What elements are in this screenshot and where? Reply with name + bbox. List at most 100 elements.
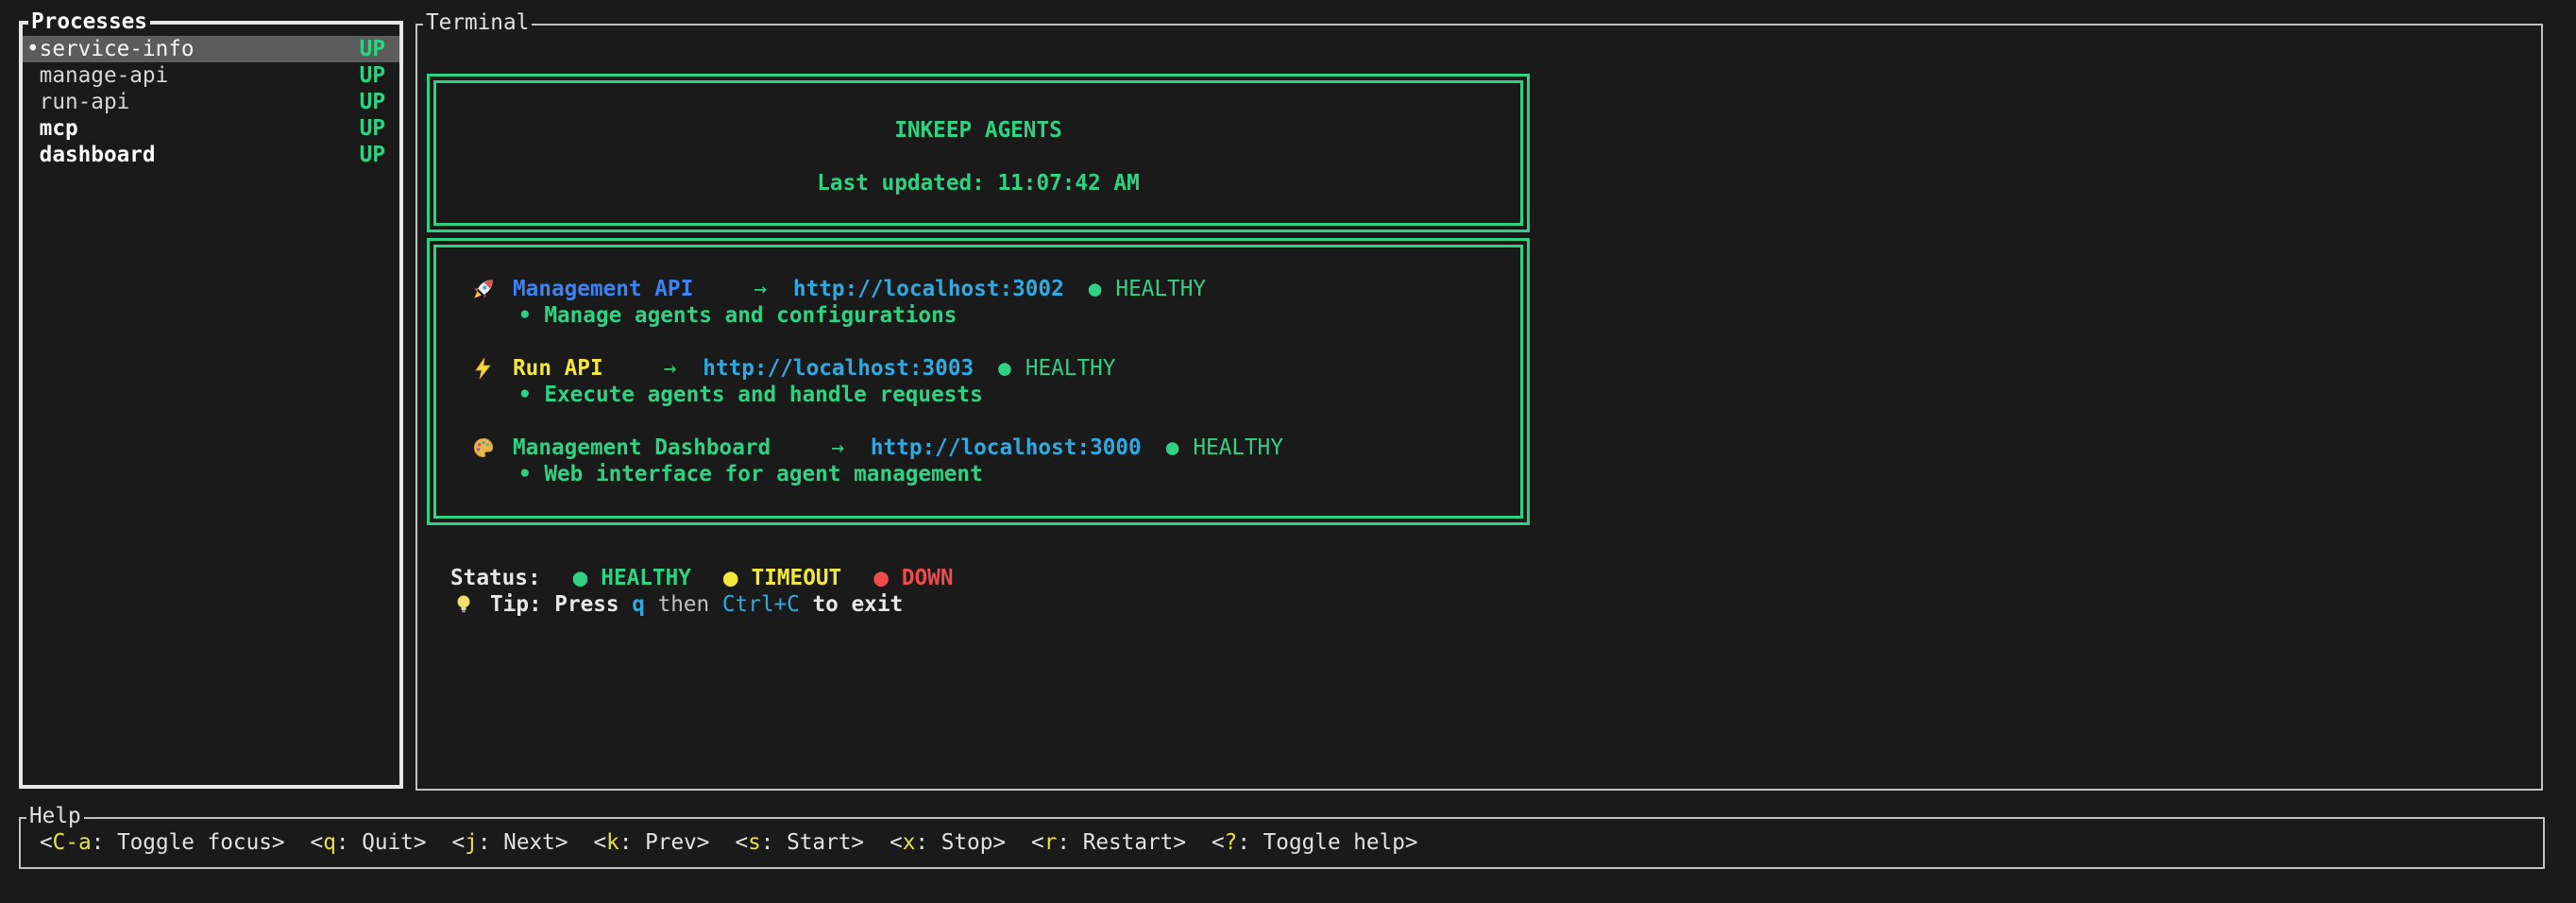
arrow-icon: → bbox=[664, 355, 677, 382]
help-item-s: <s: Start> bbox=[735, 829, 864, 856]
bracket-open: < bbox=[1212, 830, 1225, 855]
help-key: ? bbox=[1225, 830, 1238, 855]
processes-panel[interactable]: Processes •service-infoUP manage-apiUP r… bbox=[19, 21, 403, 789]
legend-dot-icon: ● bbox=[573, 565, 588, 591]
service-name: Run API bbox=[513, 355, 603, 382]
legend-dot-icon: ● bbox=[723, 565, 738, 591]
legend-name: DOWN bbox=[902, 565, 954, 591]
help-label: : Start> bbox=[761, 830, 864, 855]
process-name: run-api bbox=[26, 89, 129, 115]
process-status-badge: UP bbox=[360, 142, 385, 168]
service-description: • Manage agents and configurations bbox=[518, 302, 1520, 329]
help-item-q: <q: Quit> bbox=[311, 829, 427, 856]
zap-icon bbox=[470, 355, 497, 382]
help-label: : Restart> bbox=[1057, 830, 1186, 855]
health-dot-icon: ● bbox=[1089, 276, 1102, 302]
process-row-service-info[interactable]: •service-info UP bbox=[23, 36, 399, 62]
help-key: x bbox=[903, 830, 916, 855]
tip-segment: q bbox=[632, 591, 645, 618]
bracket-open: < bbox=[452, 830, 466, 855]
service-url[interactable]: http://localhost:3000 bbox=[871, 434, 1142, 461]
process-row-dashboard[interactable]: dashboard UP bbox=[23, 142, 399, 168]
bracket-open: < bbox=[593, 830, 606, 855]
help-key: s bbox=[748, 830, 761, 855]
process-status-badge: UP bbox=[360, 89, 385, 115]
process-list: •service-info UP manage-apiUP run-api UP m… bbox=[23, 36, 399, 168]
help-panel: Help <C-a: Toggle focus><q: Quit><j: Nex… bbox=[19, 817, 2545, 869]
arrow-icon: → bbox=[754, 276, 767, 302]
processes-panel-title: Processes bbox=[28, 9, 150, 35]
service-description: • Execute agents and handle requests bbox=[518, 382, 1520, 408]
tip-segment: to exit bbox=[800, 591, 903, 618]
service-name: Management API bbox=[513, 276, 693, 302]
bracket-open: < bbox=[311, 830, 324, 855]
bracket-open: < bbox=[735, 830, 748, 855]
app-root: Processes •service-info UP manage-apiUP r… bbox=[0, 0, 2576, 903]
help-key: k bbox=[606, 830, 619, 855]
process-name: mcp bbox=[26, 115, 78, 142]
process-row-run-api[interactable]: run-api UP bbox=[23, 89, 399, 115]
help-item-C-a: <C-a: Toggle focus> bbox=[40, 829, 285, 856]
legend-dot-icon: ● bbox=[873, 565, 889, 591]
bracket-open: < bbox=[890, 830, 903, 855]
spacer bbox=[436, 144, 1520, 170]
arrow-icon: → bbox=[831, 434, 844, 461]
service-line: Management Dashboard → http://localhost:30… bbox=[470, 434, 1520, 461]
status-label: Status: bbox=[450, 565, 541, 591]
process-name: dashboard bbox=[26, 142, 156, 168]
help-label: : Next> bbox=[478, 830, 568, 855]
help-item-r: <r: Restart> bbox=[1031, 829, 1186, 856]
last-updated-text: Last updated: 11:07:42 AM bbox=[436, 170, 1520, 196]
help-item-x: <x: Stop> bbox=[890, 829, 1006, 856]
help-item-k: <k: Prev> bbox=[593, 829, 709, 856]
legend-entry-down: ● DOWN bbox=[873, 565, 953, 591]
help-label: : Toggle help> bbox=[1237, 830, 1417, 855]
help-item-j: <j: Next> bbox=[452, 829, 568, 856]
rocket-icon bbox=[470, 276, 497, 302]
help-item-?: <?: Toggle help> bbox=[1212, 829, 1418, 856]
help-key: q bbox=[323, 830, 336, 855]
legend-entry-healthy: ● HEALTHY bbox=[573, 565, 691, 591]
bulb-icon bbox=[450, 591, 477, 618]
process-status-badge: UP bbox=[360, 62, 385, 89]
service-block: Run API → http://localhost:3003 ● HEALTHY• E… bbox=[470, 355, 1520, 408]
help-key: r bbox=[1044, 830, 1058, 855]
service-block: Management API → http://localhost:3002 ● HEA… bbox=[470, 276, 1520, 329]
process-name: •service-info bbox=[26, 36, 195, 62]
terminal-panel[interactable]: Terminal INKEEP AGENTS Last updated: 11:… bbox=[415, 24, 2543, 791]
terminal-panel-title: Terminal bbox=[423, 9, 532, 36]
status-legend: Status: ● HEALTHY ● TIMEOUT ● DOWN bbox=[450, 565, 953, 591]
help-panel-title: Help bbox=[26, 803, 84, 829]
header-box: INKEEP AGENTS Last updated: 11:07:42 AM bbox=[427, 74, 1530, 232]
help-label: : Stop> bbox=[915, 830, 1006, 855]
service-name: Management Dashboard bbox=[513, 434, 771, 461]
process-row-mcp[interactable]: mcp UP bbox=[23, 115, 399, 142]
service-block: Management Dashboard → http://localhost:30… bbox=[470, 434, 1520, 487]
process-row-manage-api[interactable]: manage-apiUP bbox=[23, 62, 399, 89]
service-line: Management API → http://localhost:3002 ● HEA… bbox=[470, 276, 1520, 302]
health-dot-icon: ● bbox=[998, 355, 1011, 382]
service-url[interactable]: http://localhost:3002 bbox=[793, 276, 1064, 302]
service-description: • Web interface for agent management bbox=[518, 461, 1520, 487]
tip-segment: Tip: Press bbox=[490, 591, 632, 618]
service-status: HEALTHY bbox=[1025, 355, 1116, 382]
services-box: Management API → http://localhost:3002 ● HEA… bbox=[427, 238, 1530, 525]
tip-line: Tip: Press q then Ctrl+C to exit bbox=[450, 591, 903, 618]
app-title: INKEEP AGENTS bbox=[436, 117, 1520, 144]
process-status-badge: UP bbox=[360, 36, 385, 62]
legend-entry-timeout: ● TIMEOUT bbox=[723, 565, 841, 591]
service-url[interactable]: http://localhost:3003 bbox=[703, 355, 974, 382]
legend-name: HEALTHY bbox=[601, 565, 691, 591]
service-line: Run API → http://localhost:3003 ● HEALTHY bbox=[470, 355, 1520, 382]
help-items: <C-a: Toggle focus><q: Quit><j: Next><k:… bbox=[40, 829, 1444, 856]
health-dot-icon: ● bbox=[1166, 434, 1179, 461]
tip-segment: then bbox=[645, 591, 722, 618]
bracket-open: < bbox=[1031, 830, 1044, 855]
legend-name: TIMEOUT bbox=[752, 565, 842, 591]
process-status-badge: UP bbox=[360, 115, 385, 142]
help-key: C-a bbox=[53, 830, 92, 855]
service-status: HEALTHY bbox=[1115, 276, 1206, 302]
help-label: : Prev> bbox=[619, 830, 710, 855]
bracket-open: < bbox=[40, 830, 53, 855]
tip-segment: Ctrl+C bbox=[722, 591, 800, 618]
